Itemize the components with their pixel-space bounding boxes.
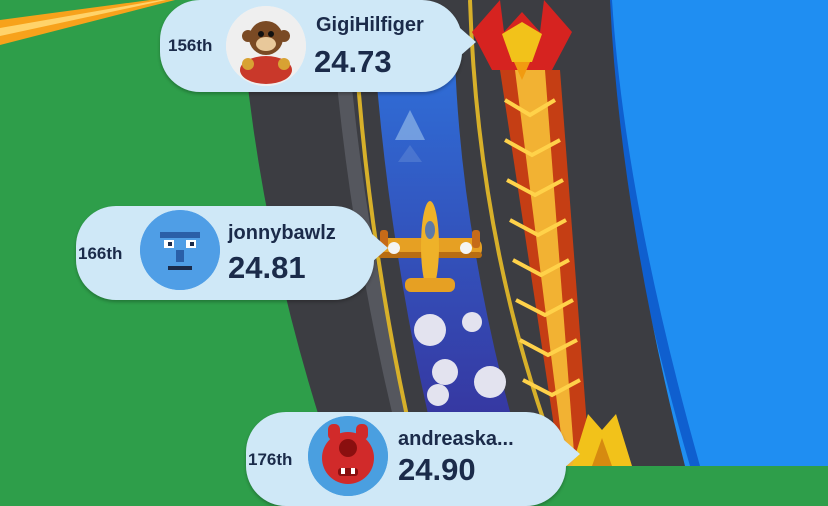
player-name: GigiHilfiger bbox=[316, 14, 424, 36]
race-time: 24.90 bbox=[398, 452, 476, 487]
player-name: jonnybawlz bbox=[228, 222, 336, 244]
rank-label: 166th bbox=[78, 244, 123, 263]
red-monster-icon bbox=[308, 416, 388, 496]
rank-label: 156th bbox=[168, 36, 213, 55]
monkey-toy-icon bbox=[226, 6, 306, 86]
player-name: andreaska... bbox=[398, 428, 514, 450]
pixel-face-icon bbox=[140, 210, 220, 290]
rank-label: 176th bbox=[248, 450, 293, 469]
race-time: 24.73 bbox=[314, 44, 392, 79]
race-time: 24.81 bbox=[228, 250, 306, 285]
